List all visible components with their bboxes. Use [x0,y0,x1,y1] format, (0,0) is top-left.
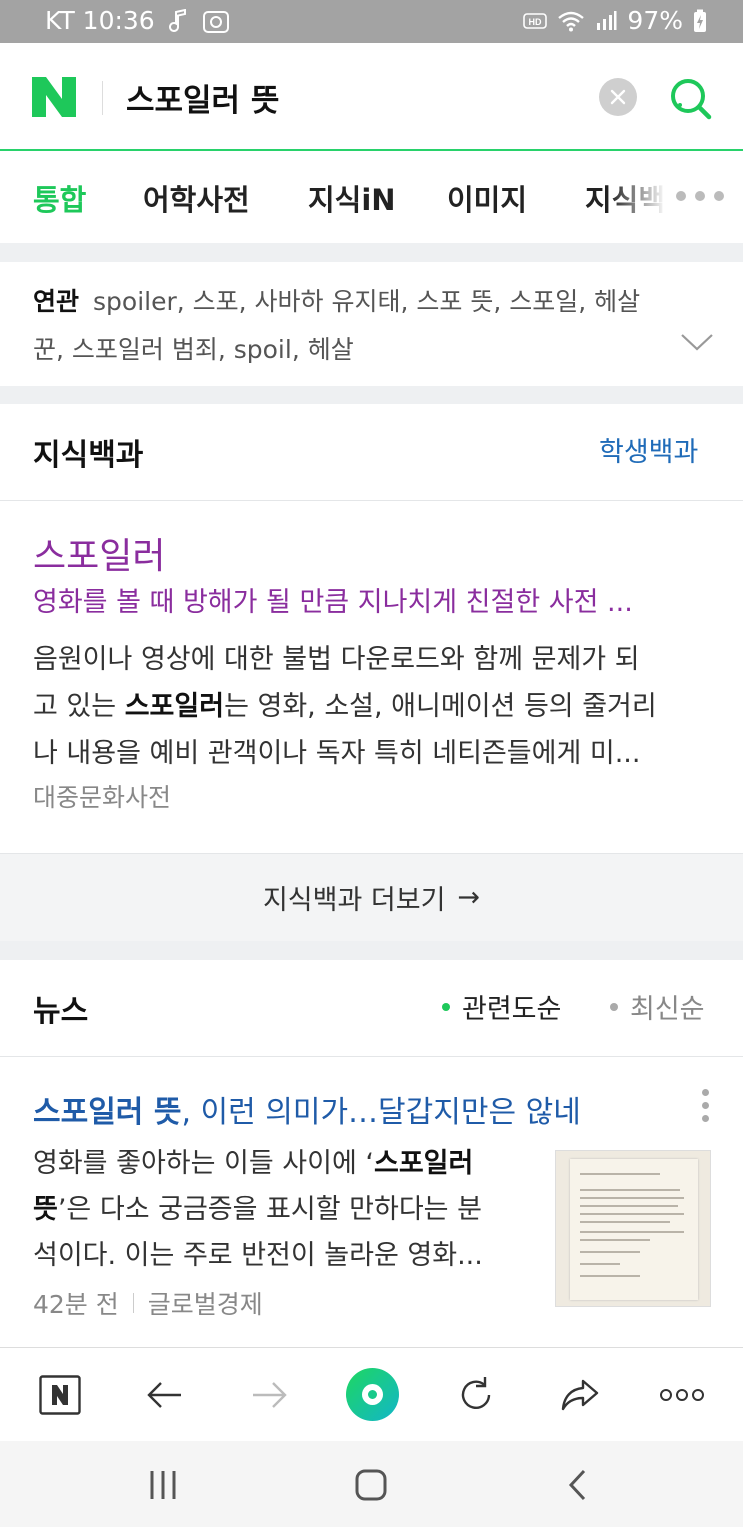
encyclopedia-section-title: 지식백과 [33,438,144,473]
search-icon [671,79,712,120]
clear-search-button[interactable] [599,78,637,116]
recent-apps-icon [150,1471,176,1499]
search-divider [102,81,103,115]
inactive-dot [610,1002,618,1011]
arrow-left-icon [147,1382,181,1408]
recent-apps-button[interactable] [148,1469,178,1505]
divider [0,1056,743,1057]
encyclopedia-more-button[interactable]: 지식백과 더보기 → [0,853,743,941]
news-time: 42분 전 [33,1290,119,1319]
carrier-time: KT 10:36 [45,6,155,35]
naver-logo-icon[interactable] [32,77,76,117]
student-encyclopedia-link[interactable]: 학생백과 [599,430,698,469]
battery-percent: 97% [627,6,683,35]
naver-home-tab-button[interactable] [37,1372,83,1418]
more-tabs-icon[interactable] [676,191,724,201]
related-keywords-line2[interactable]: 꾼, 스포일러 범죄, spoil, 헤살 [33,330,354,366]
browser-toolbar [0,1347,743,1441]
close-icon [610,89,626,105]
tab-fade [610,151,680,243]
svg-text:HD: HD [529,17,542,27]
signal-icon [595,10,617,32]
back-button[interactable] [142,1372,188,1418]
wifi-icon [557,10,585,32]
refresh-button[interactable] [453,1372,499,1418]
divider [0,500,743,501]
status-bar: KT 10:36 HD 97% [0,0,743,43]
system-back-button[interactable] [568,1469,588,1505]
arrow-right-icon: → [457,882,481,913]
naver-n-icon [39,1375,81,1415]
news-item-meta: 42분 전 글로벌경제 [33,1285,263,1321]
search-tabs: 통합 어학사전 지식iN 이미지 지식백 [0,151,743,243]
more-icon [660,1389,704,1401]
encyclopedia-entry-body: 음원이나 영상에 대한 불법 다운로드와 함께 문제가 되 고 있는 스포일러는… [33,644,657,769]
share-button[interactable] [557,1372,603,1418]
active-dot [442,1002,450,1011]
related-keywords-line1[interactable]: spoiler, 스포, 사바하 유지태, 스포 뜻, 스포일, 헤살 [93,287,640,316]
green-dot-button[interactable] [346,1368,399,1421]
more-options-icon[interactable] [702,1089,709,1122]
search-input[interactable]: 스포일러 뜻 [126,75,279,120]
hd-icon: HD [523,11,548,31]
section-gap [0,386,743,404]
music-note-icon [168,8,189,33]
home-icon [355,1469,387,1501]
chevron-down-icon[interactable] [680,332,714,356]
news-item-body: 영화를 좋아하는 이들 사이에 ‘스포일러 뜻’은 다소 궁금증을 표시할 만하… [33,1148,483,1271]
news-section-title: 뉴스 [33,994,89,1029]
encyclopedia-entry-subtitle[interactable]: 영화를 볼 때 방해가 될 만큼 지나치게 친절한 사전 ... [33,580,633,619]
camera-icon [202,9,229,33]
encyclopedia-entry-title[interactable]: 스포일러 [33,527,165,579]
battery-charging-icon [693,9,707,33]
home-button[interactable] [355,1469,387,1505]
tab-dictionary[interactable]: 어학사전 [143,177,250,219]
forward-button[interactable] [246,1372,292,1418]
refresh-icon [461,1377,491,1409]
tab-all[interactable]: 통합 [33,177,86,219]
section-gap [0,243,743,262]
related-label: 연관 [33,287,80,316]
section-gap [0,941,743,960]
search-bar: 스포일러 뜻 [0,43,743,151]
share-icon [561,1379,599,1411]
related-searches: 연관 spoiler, 스포, 사바하 유지태, 스포 뜻, 스포일, 헤살 꾼,… [0,262,743,386]
tab-kin[interactable]: 지식iN [308,177,396,219]
sort-latest[interactable]: 최신순 [610,987,705,1026]
news-item-title[interactable]: 스포일러 뜻, 이런 의미가…달갑지만은 않네 [33,1087,581,1131]
sort-relevance[interactable]: 관련도순 [442,987,561,1026]
news-press[interactable]: 글로벌경제 [148,1285,263,1321]
encyclopedia-source[interactable]: 대중문화사전 [33,778,171,814]
arrow-right-icon [253,1382,287,1408]
tab-images[interactable]: 이미지 [447,177,527,219]
more-menu-button[interactable] [659,1372,705,1418]
news-thumbnail[interactable] [555,1150,711,1307]
system-nav-bar [0,1441,743,1527]
back-chevron-icon [568,1469,586,1501]
search-button[interactable] [666,74,714,122]
